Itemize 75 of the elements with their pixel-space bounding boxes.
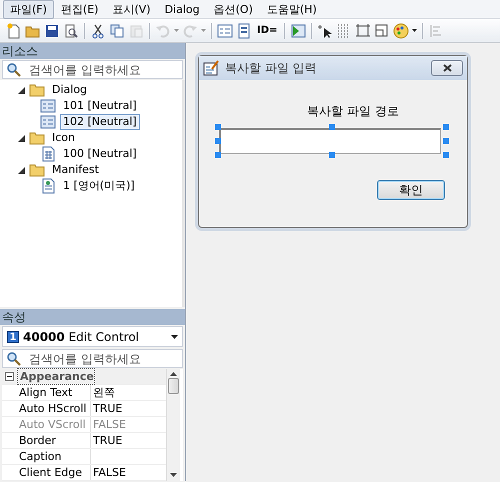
search-icon xyxy=(7,62,21,76)
expand-arrow-icon[interactable] xyxy=(18,166,25,174)
form-icon[interactable] xyxy=(217,22,233,38)
caret-icon xyxy=(171,334,178,339)
scroll-down-icon xyxy=(170,473,177,477)
search-field[interactable]: 검색어를 입력하세요 xyxy=(2,349,183,368)
tree-item[interactable]: 1 [영어(미국)] xyxy=(60,178,138,194)
save-icon[interactable] xyxy=(44,22,60,38)
resize-handle[interactable] xyxy=(215,138,221,144)
resize-handle[interactable] xyxy=(329,124,335,130)
scissors-icon[interactable] xyxy=(90,22,106,38)
tree-item[interactable]: Manifest xyxy=(49,162,102,178)
menu-item[interactable]: 파일(F) xyxy=(3,0,54,18)
property-name[interactable]: Client Edge xyxy=(17,465,91,480)
property-name[interactable]: Auto HScroll xyxy=(17,401,91,416)
run-icon[interactable] xyxy=(290,22,306,38)
category-label: Appearance xyxy=(17,368,95,385)
folder-icon xyxy=(29,131,45,145)
close-button[interactable] xyxy=(431,60,463,76)
menu-item[interactable]: 도움말(H) xyxy=(260,0,324,18)
property-name[interactable]: Border xyxy=(17,433,91,448)
resize-handle[interactable] xyxy=(443,124,449,130)
search-icon xyxy=(7,352,21,366)
pane-title: 리소스 xyxy=(0,43,185,59)
property-value[interactable]: FALSE xyxy=(91,465,126,480)
edit-field[interactable] xyxy=(219,128,441,154)
control-id-icon: 1 xyxy=(7,330,19,343)
expand-arrow-icon[interactable] xyxy=(18,134,25,142)
object-dropdown[interactable]: 1 40000 Edit Control xyxy=(2,326,183,347)
tree-item[interactable]: 102 [Neutral] xyxy=(60,114,140,130)
property-value[interactable]: 왼쪽 xyxy=(91,385,115,400)
static-label: 복사할 파일 경로 xyxy=(306,103,400,120)
property-value[interactable]: TRUE xyxy=(91,433,122,448)
resize-handle[interactable] xyxy=(329,152,335,158)
menu-item[interactable]: 편집(E) xyxy=(54,0,106,18)
new-file-icon[interactable] xyxy=(6,22,22,38)
tree-item[interactable]: 101 [Neutral] xyxy=(60,98,140,114)
search-field[interactable]: 검색어를 입력하세요 xyxy=(2,60,183,79)
frame-icon[interactable] xyxy=(355,22,372,38)
palette-icon[interactable] xyxy=(393,22,410,38)
property-value[interactable]: TRUE xyxy=(91,401,122,416)
ok-button[interactable]: 확인 xyxy=(377,180,445,200)
resize-handle[interactable] xyxy=(215,152,221,158)
menu-item[interactable]: Dialog xyxy=(158,0,207,18)
tree-item[interactable]: Dialog xyxy=(49,82,90,98)
resize-handle[interactable] xyxy=(215,124,221,130)
pointer-icon[interactable] xyxy=(317,22,334,38)
menu-item[interactable]: 표시(V) xyxy=(105,0,158,18)
property-name[interactable]: Caption xyxy=(17,449,91,464)
dialog-editor-icon xyxy=(203,60,219,76)
tree-item[interactable]: 100 [Neutral] xyxy=(60,146,140,162)
icon-resource-icon xyxy=(40,146,56,162)
window-title: 복사할 파일 입력 xyxy=(225,60,317,77)
dialog-resource-icon xyxy=(40,98,56,114)
resize-handle[interactable] xyxy=(443,152,449,158)
property-name[interactable]: Align Text xyxy=(17,385,91,400)
expand-arrow-icon[interactable] xyxy=(18,86,25,94)
scrollbar[interactable] xyxy=(166,369,180,481)
dialog-resource-icon xyxy=(40,114,56,130)
scroll-thumb[interactable] xyxy=(168,378,179,394)
tree-item[interactable]: Icon xyxy=(49,130,78,146)
manifest-icon xyxy=(40,178,56,194)
close-icon xyxy=(442,64,452,72)
form-icon[interactable] xyxy=(236,22,252,38)
copy-icon[interactable] xyxy=(109,22,125,38)
folder-icon xyxy=(29,83,45,97)
id-button[interactable]: ID= xyxy=(255,23,280,38)
folder-icon xyxy=(29,163,45,177)
object-label: 40000 Edit Control xyxy=(23,328,139,346)
menu-item[interactable]: 옵션(O) xyxy=(206,0,260,18)
pane-title: 속성 xyxy=(0,309,185,326)
resize-handle[interactable] xyxy=(443,138,449,144)
collapse-icon[interactable] xyxy=(5,372,14,381)
preview-icon[interactable] xyxy=(63,22,79,38)
layout-icon[interactable] xyxy=(374,22,390,38)
